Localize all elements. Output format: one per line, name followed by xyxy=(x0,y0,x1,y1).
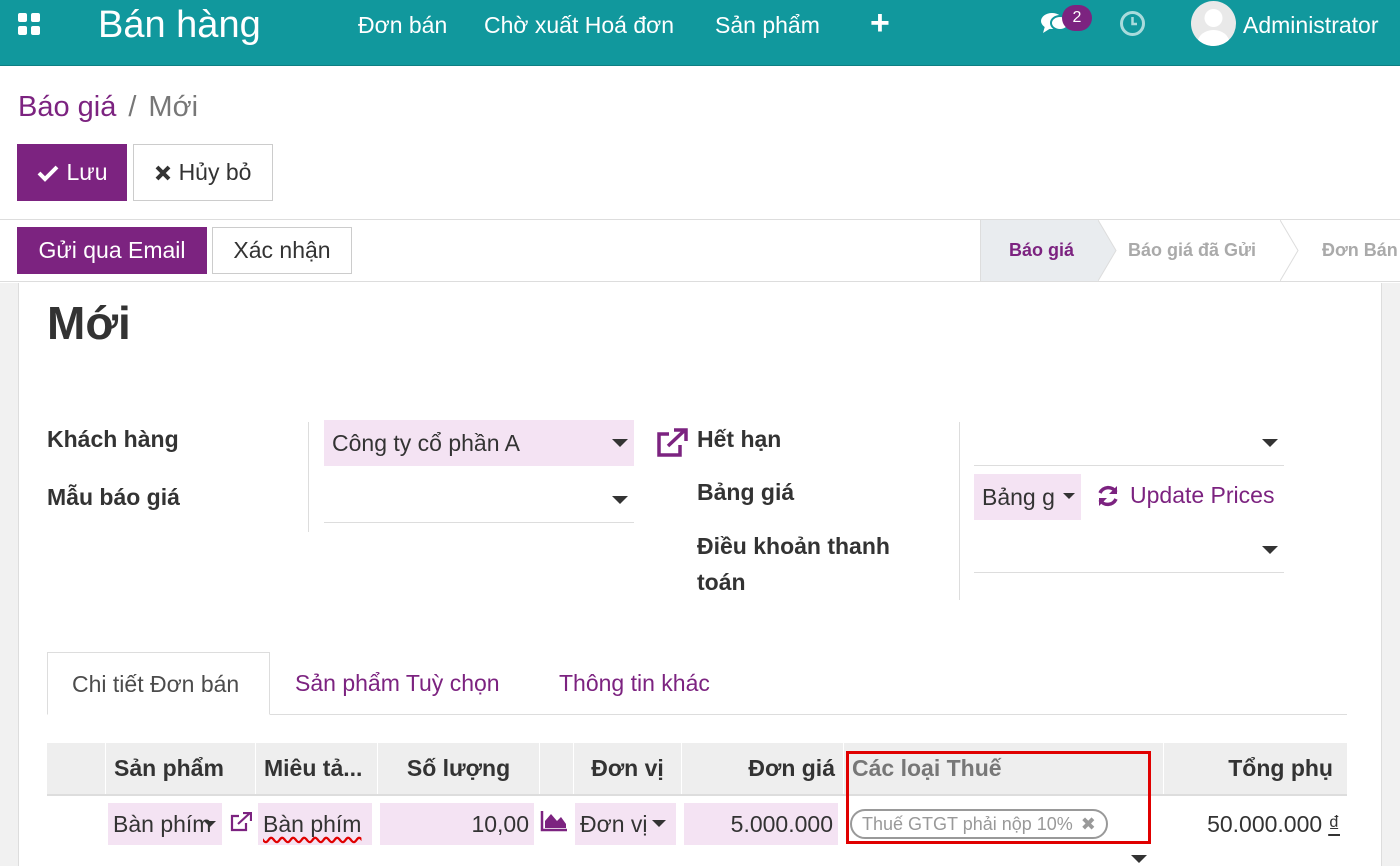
chevron-down-icon[interactable] xyxy=(1063,493,1075,499)
expiry-date-field[interactable] xyxy=(974,420,1284,466)
quantity-column-header[interactable]: Số lượng xyxy=(377,743,539,794)
username[interactable]: Administrator xyxy=(1243,12,1378,38)
order-lines-header: Sản phẩm Miêu tả... Số lượng Đơn vị Đơn … xyxy=(47,743,1347,796)
payment-terms-field[interactable] xyxy=(974,527,1284,573)
breadcrumb-separator: / xyxy=(128,91,137,123)
tab-other-info[interactable]: Thông tin khác xyxy=(535,652,734,715)
product-value: Bàn phím xyxy=(113,811,212,837)
tab-order-lines[interactable]: Chi tiết Đơn bán xyxy=(47,652,270,715)
handle-column-header xyxy=(47,743,105,794)
payment-terms-label-line1: Điều khoản thanh xyxy=(697,533,890,559)
price-column-header[interactable]: Đơn giá xyxy=(681,743,843,794)
plus-icon[interactable]: + xyxy=(870,5,890,41)
discard-label: Hủy bỏ xyxy=(178,159,252,185)
customer-label: Khách hàng xyxy=(47,426,179,452)
taxes-highlight-box xyxy=(846,751,1151,844)
divider xyxy=(308,422,309,532)
chevron-down-icon[interactable] xyxy=(204,821,216,827)
chat-badge: 2 xyxy=(1062,5,1092,31)
template-label: Mẫu báo giá xyxy=(47,484,180,510)
step-sales-order[interactable]: Đơn Bán xyxy=(1300,220,1400,281)
status-bar: Gửi qua Email Xác nhận Báo giá Báo giá đ… xyxy=(0,219,1400,282)
product-column-header[interactable]: Sản phẩm xyxy=(105,743,255,794)
discard-button[interactable]: Hủy bỏ xyxy=(133,144,273,201)
divider xyxy=(959,422,960,600)
uom-value: Đơn vị xyxy=(580,811,648,837)
subtotal-cell: 50.000.000 ₫ xyxy=(1170,803,1340,845)
menu-to-invoice[interactable]: Chờ xuất Hoá đơn xyxy=(484,12,674,38)
expiry-label: Hết hạn xyxy=(697,426,782,452)
subtotal-column-header[interactable]: Tổng phụ xyxy=(1163,743,1347,794)
refresh-icon[interactable] xyxy=(1096,484,1120,508)
top-navbar: Bán hàng Đơn bán Chờ xuất Hoá đơn Sản ph… xyxy=(0,0,1400,66)
confirm-button[interactable]: Xác nhận xyxy=(212,227,352,274)
forecast-column-header xyxy=(539,743,573,794)
breadcrumb-current: Mới xyxy=(148,91,199,123)
record-title: Mới xyxy=(47,297,131,349)
breadcrumb: Báo giá / Mới xyxy=(18,90,198,124)
customer-value: Công ty cổ phần A xyxy=(332,430,520,456)
customer-field[interactable]: Công ty cổ phần A xyxy=(324,420,634,466)
external-link-icon[interactable] xyxy=(655,428,689,458)
product-cell[interactable]: Bàn phím xyxy=(108,803,222,845)
area-chart-icon[interactable] xyxy=(540,810,568,832)
step-quotation-sent[interactable]: Báo giá đã Gửi xyxy=(1118,220,1280,281)
step-quotation[interactable]: Báo giá xyxy=(980,220,1098,281)
chevron-down-icon[interactable] xyxy=(652,820,666,827)
status-steps: Báo giá Báo giá đã Gửi Đơn Bán xyxy=(980,220,1400,281)
step-sent-label: Báo giá đã Gửi xyxy=(1128,240,1257,260)
subtotal-value: 50.000.000 xyxy=(1207,811,1323,837)
apps-menu-icon[interactable] xyxy=(18,13,42,37)
step-order-label: Đơn Bán xyxy=(1322,240,1398,260)
pricelist-value: Bảng g xyxy=(982,484,1055,510)
quantity-cell[interactable]: 10,00 xyxy=(380,803,534,845)
save-button[interactable]: Lưu xyxy=(17,144,127,201)
external-link-icon[interactable] xyxy=(230,812,252,832)
user-silhouette-icon xyxy=(1197,9,1230,46)
menu-products[interactable]: Sản phẩm xyxy=(715,12,820,38)
description-cell[interactable]: Bàn phím xyxy=(258,803,372,845)
step-arrow-icon xyxy=(1098,220,1118,281)
chevron-down-icon[interactable] xyxy=(1262,439,1278,447)
menu-sales-orders[interactable]: Đơn bán xyxy=(358,12,447,38)
payment-terms-label-line2: toán xyxy=(697,569,746,595)
description-column-header[interactable]: Miêu tả... xyxy=(255,743,377,794)
save-label: Lưu xyxy=(66,159,108,185)
uom-column-header[interactable]: Đơn vị xyxy=(573,743,681,794)
currency-symbol: ₫ xyxy=(1328,811,1340,837)
clock-icon[interactable] xyxy=(1119,10,1146,37)
chevron-down-icon[interactable] xyxy=(612,439,628,447)
tab-optional-products[interactable]: Sản phẩm Tuỳ chọn xyxy=(271,652,524,715)
close-icon xyxy=(155,165,170,180)
chevron-down-icon[interactable] xyxy=(1262,546,1278,554)
check-icon xyxy=(37,165,58,182)
pricelist-label: Bảng giá xyxy=(697,479,795,505)
step-quotation-label: Báo giá xyxy=(1009,240,1075,260)
price-cell[interactable]: 5.000.000 xyxy=(684,803,838,845)
chevron-down-icon[interactable] xyxy=(612,496,628,504)
send-email-button[interactable]: Gửi qua Email xyxy=(17,227,207,274)
description-value: Bàn phím xyxy=(263,811,362,837)
breadcrumb-quotations[interactable]: Báo giá xyxy=(18,91,116,123)
pricelist-field[interactable]: Bảng g xyxy=(974,474,1081,520)
step-arrow-icon xyxy=(1280,220,1299,281)
app-brand[interactable]: Bán hàng xyxy=(98,2,261,48)
uom-cell[interactable]: Đơn vị xyxy=(575,803,676,845)
quotation-template-field[interactable] xyxy=(324,477,634,523)
update-prices-button[interactable]: Update Prices xyxy=(1130,480,1274,510)
avatar[interactable] xyxy=(1191,1,1236,46)
chevron-down-icon[interactable] xyxy=(1131,855,1147,863)
